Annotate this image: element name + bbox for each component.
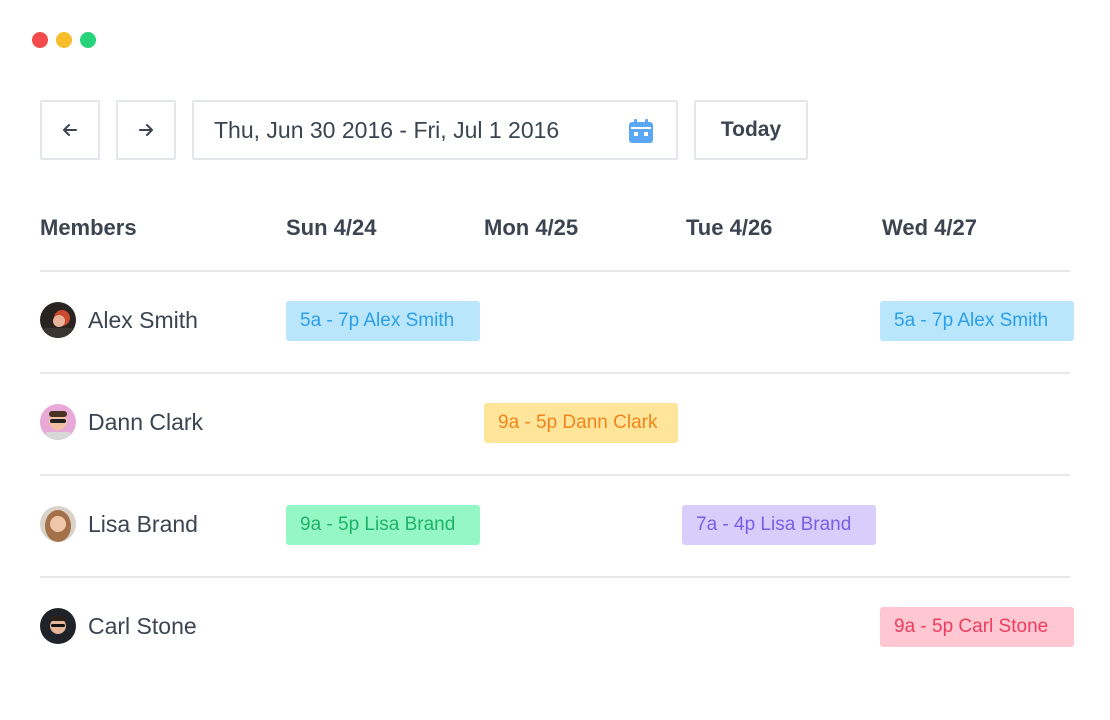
row-divider [40,372,1070,374]
avatar [40,404,76,440]
schedule-header: Members Sun 4/24 Mon 4/25 Tue 4/26 Wed 4… [40,215,1070,245]
member-row-carl-stone: Carl Stone 9a - 5p Carl Stone [40,576,1074,676]
arrow-right-icon [139,124,153,136]
member-row-alex-smith: Alex Smith 5a - 7p Alex Smith 5a - 7p Al… [40,270,1074,370]
shift-block[interactable]: 7a - 4p Lisa Brand [682,505,876,545]
avatar [40,506,76,542]
member-row-lisa-brand: Lisa Brand 9a - 5p Lisa Brand 7a - 4p Li… [40,474,1070,574]
window-controls [32,32,96,48]
maximize-window-button[interactable] [80,32,96,48]
date-range-text: Thu, Jun 30 2016 - Fri, Jul 1 2016 [214,116,560,143]
date-range-picker[interactable]: Thu, Jun 30 2016 - Fri, Jul 1 2016 [192,100,678,160]
day-header-mon[interactable]: Mon 4/25 [484,215,578,241]
row-divider [40,474,1070,476]
previous-button[interactable] [40,100,100,160]
today-button[interactable]: Today [694,100,808,160]
member-cell[interactable]: Lisa Brand [40,506,198,542]
member-cell[interactable]: Dann Clark [40,404,203,440]
avatar [40,608,76,644]
calendar-icon[interactable] [628,118,654,144]
member-name: Dann Clark [88,408,204,435]
row-divider [40,576,1070,578]
next-button[interactable] [116,100,176,160]
member-name: Alex Smith [88,306,198,333]
member-cell[interactable]: Alex Smith [40,302,198,338]
minimize-window-button[interactable] [56,32,72,48]
shift-block[interactable]: 5a - 7p Alex Smith [286,301,480,341]
shift-block[interactable]: 5a - 7p Alex Smith [880,301,1074,341]
close-window-button[interactable] [32,32,48,48]
member-name: Carl Stone [88,612,197,639]
member-row-dann-clark: Dann Clark 9a - 5p Dann Clark [40,372,1070,472]
day-header-sun[interactable]: Sun 4/24 [286,215,376,241]
member-name: Lisa Brand [88,510,198,537]
shift-block[interactable]: 9a - 5p Dann Clark [484,403,678,443]
arrow-left-icon [63,124,77,136]
row-divider [40,270,1070,272]
day-header-tue[interactable]: Tue 4/26 [686,215,772,241]
avatar [40,302,76,338]
shift-block[interactable]: 9a - 5p Carl Stone [880,607,1074,647]
shift-block[interactable]: 9a - 5p Lisa Brand [286,505,480,545]
member-cell[interactable]: Carl Stone [40,608,197,644]
day-header-wed[interactable]: Wed 4/27 [882,215,977,241]
members-column-header: Members [40,215,137,240]
